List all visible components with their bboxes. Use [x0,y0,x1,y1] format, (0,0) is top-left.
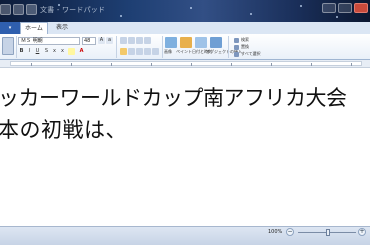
star [300,5,302,7]
file-menu-button[interactable]: ▾ [0,22,20,34]
object-icon[interactable] [210,37,222,48]
zoom-out-button[interactable]: − [286,228,294,236]
find-label: 検索 [241,37,249,42]
document-line[interactable]: ッカーワールドカップ南アフリカ大会 [0,82,347,112]
shrink-font-icon[interactable]: a [106,37,113,44]
grow-font-icon[interactable]: A [98,37,105,44]
redo-icon[interactable] [26,4,37,15]
italic-icon[interactable]: I [26,48,33,55]
ruler-track [10,61,362,66]
status-bar: 100% − + [0,226,370,245]
replace-icon [234,44,239,50]
ruler[interactable] [0,60,370,68]
replace-button[interactable]: 置換 [234,44,249,50]
undo-icon[interactable] [13,4,24,15]
save-icon[interactable] [0,4,11,15]
ruler-tick [271,63,272,66]
document-line[interactable]: 本の初戦は、 [0,114,127,144]
maximize-button[interactable] [338,3,352,13]
picture-icon[interactable] [165,37,177,48]
ruler-tick [31,63,32,66]
paint-icon[interactable] [180,37,192,48]
align-right-icon[interactable] [136,48,143,55]
ruler-tick [231,63,232,66]
tab-view[interactable]: 表示 [52,22,72,34]
zoom-level: 100% [268,229,283,235]
superscript-icon[interactable]: x [59,48,66,55]
select-all-button[interactable]: すべて選択 [234,51,261,57]
strikethrough-icon[interactable]: S [43,48,50,55]
highlight-icon[interactable] [68,48,75,55]
quick-access-toolbar [0,4,37,15]
ribbon: ＭＳ 明朝 48 A a B I U S x x A 画像 ペイント 日付と時刻… [0,34,370,60]
replace-label: 置換 [241,44,249,49]
align-left-icon[interactable] [120,48,127,55]
separator [162,36,163,58]
star [120,15,122,17]
zoom-slider-thumb[interactable] [326,229,330,236]
subscript-icon[interactable]: x [51,48,58,55]
font-size-select[interactable]: 48 [82,37,96,45]
ruler-tick [311,63,312,66]
zoom-in-button[interactable]: + [358,228,366,236]
close-button[interactable] [354,3,368,13]
paragraph-icon[interactable] [152,48,159,55]
minimize-button[interactable] [322,3,336,13]
separator [16,36,17,58]
star [336,16,338,18]
bold-icon[interactable]: B [18,48,25,55]
window-title: 文書 - ワードパッド [40,6,106,14]
separator [116,36,117,58]
window-controls [322,3,368,13]
underline-icon[interactable]: U [34,48,41,55]
ruler-tick [111,63,112,66]
star [250,13,252,15]
find-button[interactable]: 検索 [234,37,249,43]
align-center-icon[interactable] [128,48,135,55]
paint-label: ペイント [176,49,192,54]
line-spacing-icon[interactable] [144,37,151,44]
font-color-icon[interactable]: A [78,48,85,55]
ruler-tick [151,63,152,66]
star [190,7,192,9]
ruler-tick [71,63,72,66]
font-family-select[interactable]: ＭＳ 明朝 [18,37,80,45]
ruler-tick [191,63,192,66]
justify-icon[interactable] [144,48,151,55]
increase-indent-icon[interactable] [128,37,135,44]
bullets-icon[interactable] [136,37,143,44]
insert-picture-label: 画像 [164,49,172,54]
ruler-tick [351,63,352,66]
decrease-indent-icon[interactable] [120,37,127,44]
find-icon [234,37,239,43]
select-all-icon [234,51,239,57]
calendar-icon[interactable] [195,37,207,48]
select-all-label: すべて選択 [241,51,261,56]
separator [228,36,229,58]
title-bar: 文書 - ワードパッド [0,0,370,22]
paste-icon[interactable] [2,37,14,55]
document-area[interactable]: ッカーワールドカップ南アフリカ大会 本の初戦は、 [0,68,370,226]
tab-home[interactable]: ホーム [20,22,48,34]
ribbon-tab-bar: ▾ ホーム 表示 [0,22,370,34]
